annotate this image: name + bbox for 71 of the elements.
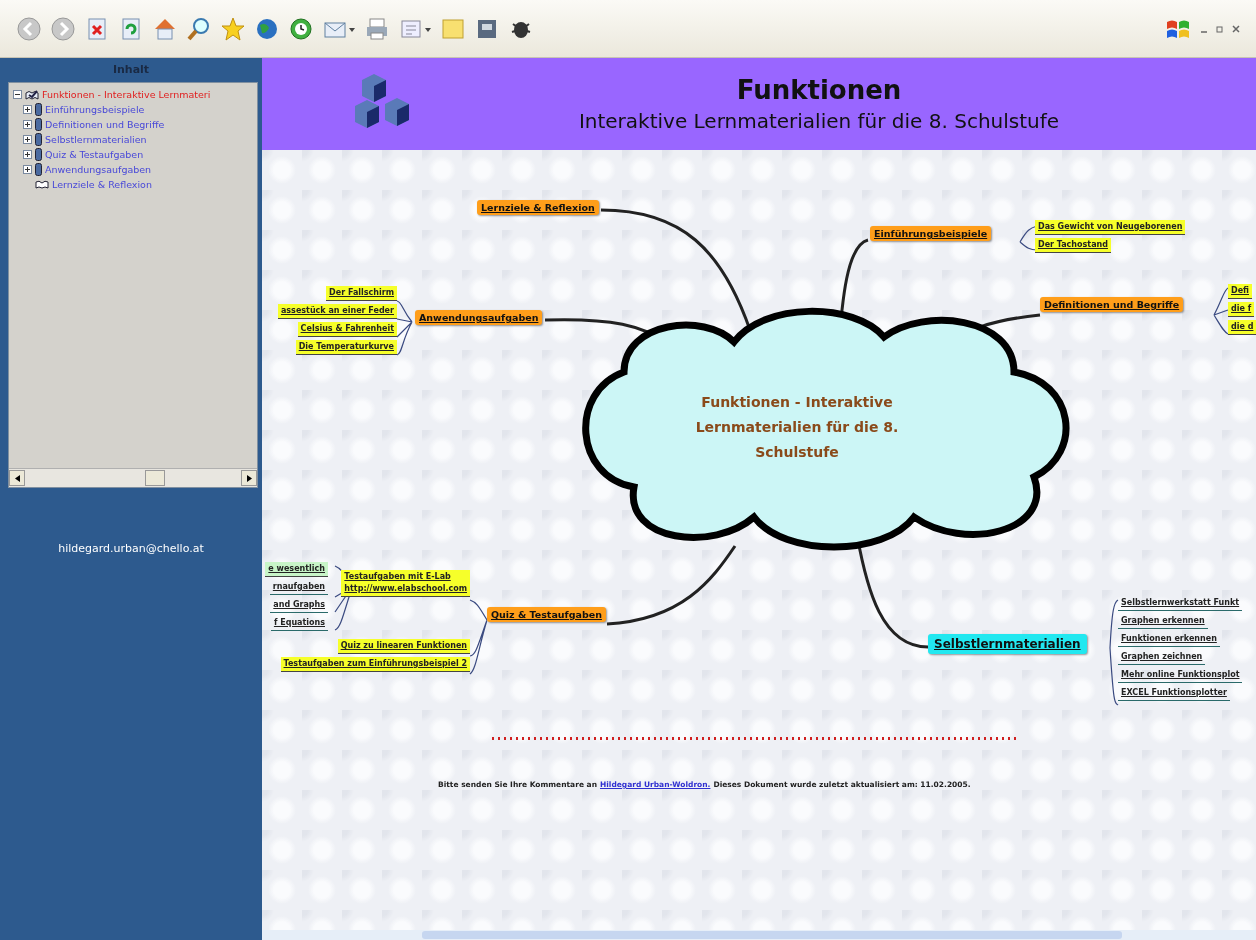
scroll-thumb[interactable] xyxy=(422,931,1122,939)
book-stack-icon xyxy=(35,148,42,161)
topic-link[interactable]: Das Gewicht von Neugeborenen xyxy=(1035,220,1186,235)
topic-link[interactable]: Mehr online Funktionsplot xyxy=(1118,668,1243,683)
collapse-icon[interactable] xyxy=(13,90,22,99)
tree-item[interactable]: Selbstlernmaterialien xyxy=(45,134,147,145)
central-topic: Funktionen - Interaktive Lernmaterialien für die 8. Schulstufe xyxy=(694,393,900,462)
book-stack-icon xyxy=(35,163,42,176)
branch-topic[interactable]: Quiz & Testaufgaben xyxy=(487,607,606,622)
topic-link[interactable]: Graphen zeichnen xyxy=(1118,650,1206,665)
left-arrow-icon xyxy=(14,474,20,482)
expand-icon[interactable] xyxy=(23,105,32,114)
sidebar-title: Inhalt xyxy=(111,62,151,78)
topic-link[interactable]: Defi xyxy=(1228,284,1252,299)
branch-topic[interactable]: Selbstlernmaterialien xyxy=(928,634,1087,654)
topic-link[interactable]: die d xyxy=(1228,320,1256,335)
topic-link[interactable]: Selbstlernwerkstatt Funkt xyxy=(1118,596,1243,611)
branch-topic[interactable]: Einführungsbeispiele xyxy=(870,226,992,241)
page-title: Funktionen xyxy=(736,75,902,105)
horizontal-scrollbar[interactable] xyxy=(262,930,1256,940)
forward-icon[interactable] xyxy=(50,15,76,42)
topic-link[interactable]: EXCEL Funktionsplotter xyxy=(1118,686,1230,701)
topic-link[interactable]: Der Fallschirm xyxy=(326,286,397,301)
topic-link[interactable]: die f xyxy=(1228,302,1255,317)
star-icon[interactable] xyxy=(220,15,246,42)
branch-topic[interactable]: Definitionen und Begriffe xyxy=(1040,297,1184,312)
branch-topic[interactable]: Anwendungsaufgaben xyxy=(415,310,543,325)
topic-link[interactable]: Funktionen erkennen xyxy=(1118,632,1220,647)
topic-link[interactable]: e wesentlich xyxy=(265,562,328,577)
book-stack-icon xyxy=(35,103,42,116)
open-book-icon xyxy=(35,180,49,189)
checked-book-icon xyxy=(25,89,39,100)
scroll-thumb[interactable] xyxy=(145,470,165,486)
bracket-line xyxy=(396,300,413,356)
tree-item[interactable]: Quiz & Testaufgaben xyxy=(45,149,144,160)
search-icon[interactable] xyxy=(186,15,212,42)
scroll-left-button[interactable] xyxy=(9,470,25,486)
expand-icon[interactable] xyxy=(23,135,32,144)
topic-link[interactable]: Graphen erkennen xyxy=(1118,614,1208,629)
restore-icon[interactable] xyxy=(1216,24,1224,33)
topic-link[interactable]: and Graphs xyxy=(270,598,328,613)
close-icon[interactable] xyxy=(1232,24,1240,33)
topic-link[interactable]: Die Temperaturkurve xyxy=(295,340,397,355)
expand-icon[interactable] xyxy=(23,150,32,159)
clock-icon[interactable] xyxy=(288,15,314,42)
book-stack-icon xyxy=(35,133,42,146)
topic-link[interactable]: assestück an einer Feder xyxy=(277,304,397,319)
expand-icon[interactable] xyxy=(23,120,32,129)
page-subtitle: Interaktive Lernmaterialien für die 8. Schulstufe xyxy=(578,109,1060,133)
horizontal-scrollbar[interactable] xyxy=(9,468,257,487)
topic-link[interactable]: rnaufgaben xyxy=(269,580,328,595)
topic-link[interactable]: Testaufgaben zum Einführungsbeispiel 2 xyxy=(280,657,470,672)
branch-topic[interactable]: Lernziele & Reflexion xyxy=(477,200,599,215)
email-address: hildegard.urban@chello.at xyxy=(57,542,205,555)
tree-item[interactable]: Lernziele & Reflexion xyxy=(52,179,152,190)
topic-link[interactable]: Der Tachostand xyxy=(1035,238,1111,253)
tree-item[interactable]: Anwendungsaufgaben xyxy=(45,164,152,175)
bracket-line xyxy=(1019,225,1038,251)
back-icon[interactable] xyxy=(16,15,42,42)
topic-link[interactable]: f Equations xyxy=(270,616,328,631)
book-stack-icon xyxy=(35,118,42,131)
topic-link[interactable]: Testaufgaben mit E-Lab http://www.elabschool.com xyxy=(341,570,470,597)
tree-item[interactable]: Definitionen und Begriffe xyxy=(45,119,165,130)
expand-icon[interactable] xyxy=(23,165,32,174)
bracket-line xyxy=(1213,287,1229,335)
topic-link[interactable]: Celsius & Fahrenheit xyxy=(297,322,397,337)
scroll-right-button[interactable] xyxy=(241,470,257,486)
printer-icon[interactable] xyxy=(364,15,390,42)
tree-item[interactable]: Einführungsbeispiele xyxy=(45,104,145,115)
topic-link[interactable]: Quiz zu linearen Funktionen xyxy=(337,639,470,654)
right-arrow-icon xyxy=(246,474,252,482)
